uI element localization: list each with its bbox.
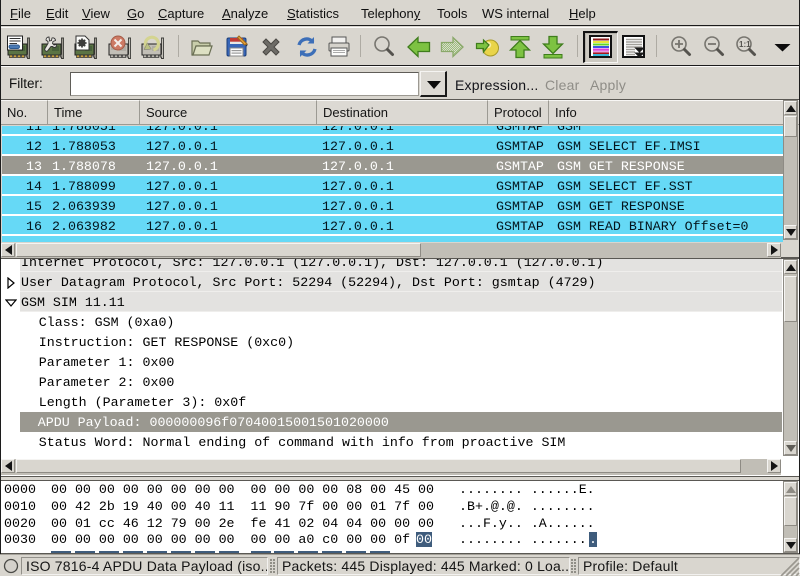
- svg-text:1:1: 1:1: [739, 40, 751, 49]
